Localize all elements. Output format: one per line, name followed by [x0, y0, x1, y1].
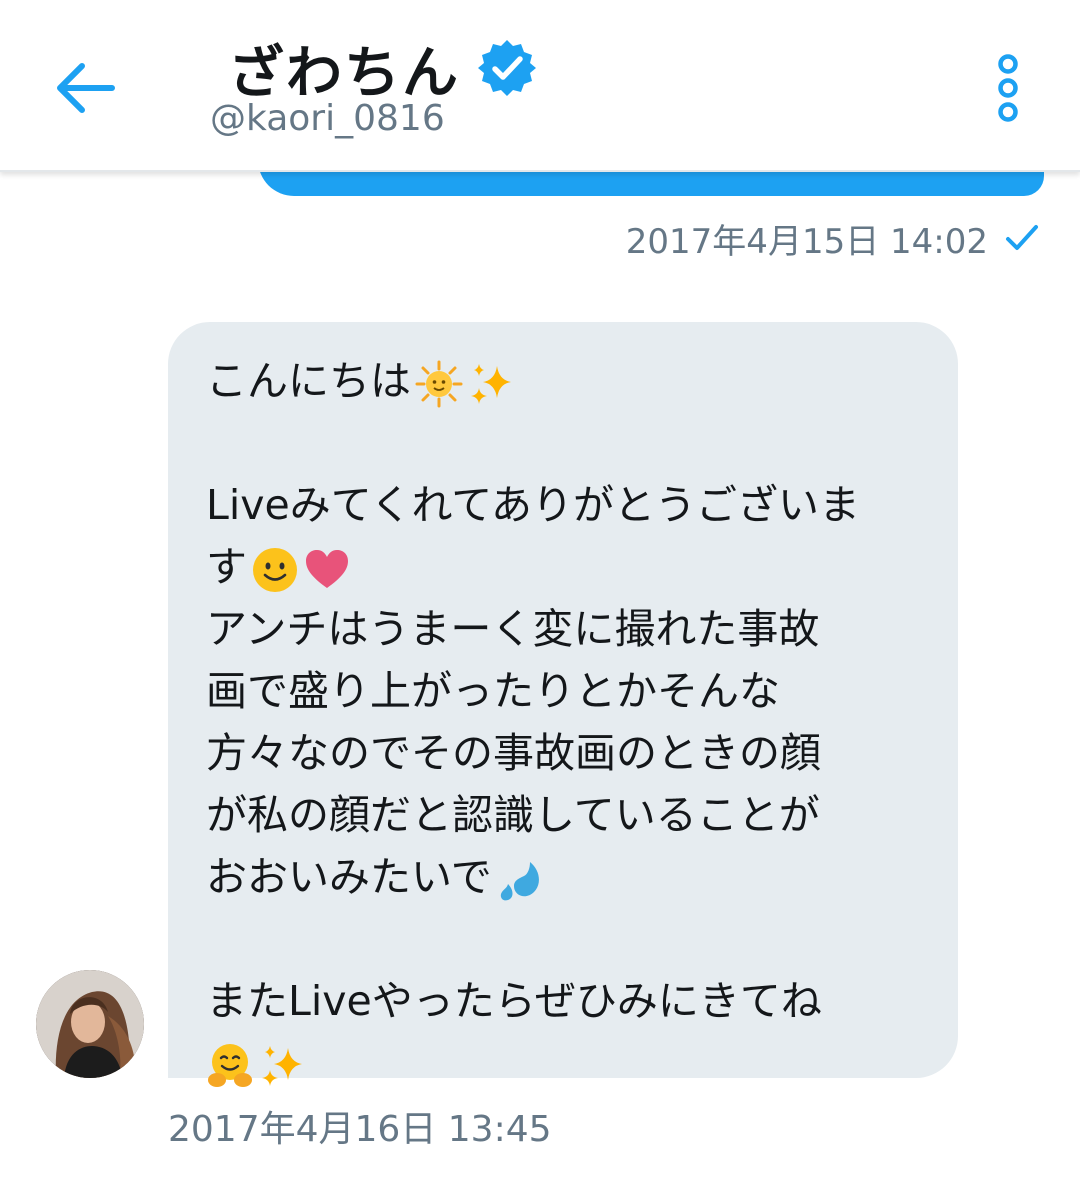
sent-timestamp: 2017年4月15日 14:02: [625, 222, 988, 262]
back-arrow-icon: [57, 63, 115, 113]
verified-badge-icon: [478, 40, 536, 96]
message-line: またLiveやったらぜひみにきてね: [206, 977, 822, 1025]
hugging-face-emoji: [206, 1042, 254, 1090]
more-options-button[interactable]: [994, 54, 1022, 122]
checkmark-icon: [1006, 225, 1038, 250]
message-line: こんにちは: [206, 350, 928, 412]
sun-face-emoji: [415, 360, 463, 408]
smiling-face-emoji: [251, 546, 299, 594]
received-message-bubble[interactable]: こんにちは Liveみてくれてありがとうございま す アンチはうまーく変に撮れた…: [168, 322, 958, 1087]
message-line: す: [206, 536, 928, 598]
message-line: [206, 412, 928, 474]
sweat-droplets-emoji: [496, 856, 544, 904]
back-button[interactable]: [52, 58, 118, 118]
sparkles-emoji: [258, 1042, 306, 1090]
message-line: が私の顔だと認識していることが: [206, 791, 820, 839]
conversation-header: ざわちん @kaori_0816: [0, 0, 1080, 172]
pink-heart-emoji: [303, 546, 351, 594]
message-line: [206, 908, 928, 970]
more-vertical-icon: [998, 54, 1018, 122]
received-timestamp: 2017年4月16日 13:45: [168, 1109, 552, 1150]
user-handle: @kaori_0816: [210, 98, 445, 139]
message-line: 方々なのでその事故画のときの顔: [206, 729, 821, 777]
title-row: ざわちん: [228, 30, 538, 106]
avatar[interactable]: [36, 970, 144, 1078]
conversation-name: ざわちん: [228, 40, 460, 106]
message-line: 画で盛り上がったりとかそんな: [206, 667, 780, 715]
sparkles-emoji: [467, 360, 515, 408]
message-line: おおいみたいで: [206, 846, 928, 908]
message-line: Liveみてくれてありがとうございま: [206, 481, 861, 529]
message-line: [206, 1032, 928, 1094]
message-line: アンチはうまーく変に撮れた事故: [206, 605, 820, 653]
